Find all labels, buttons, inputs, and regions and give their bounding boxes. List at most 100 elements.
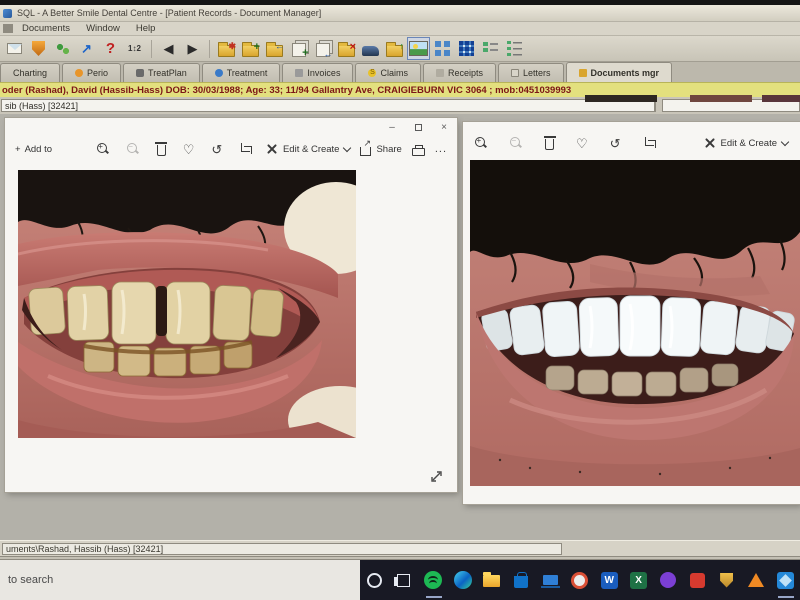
photos-window-after: + − ♡ ↺ Edit & Create: [463, 122, 800, 504]
thumbnails-large-icon[interactable]: [456, 38, 477, 59]
tab-charting[interactable]: Charting: [0, 63, 60, 82]
minimize-button[interactable]: –: [379, 118, 405, 136]
treatplan-icon: [136, 69, 144, 77]
laptop-app-icon[interactable]: [536, 560, 565, 600]
tab-claims[interactable]: SClaims: [355, 63, 421, 82]
folder-delete-icon[interactable]: [336, 38, 357, 59]
chevron-down-icon: [343, 143, 351, 151]
favorite-icon[interactable]: ♡: [576, 137, 588, 150]
excel-icon[interactable]: X: [624, 560, 653, 600]
plus-icon: +: [15, 144, 21, 155]
security-shield-icon[interactable]: [712, 560, 741, 600]
app-icon: [3, 9, 12, 18]
file-explorer-icon[interactable]: [477, 560, 506, 600]
taskbar-search[interactable]: to search: [0, 560, 360, 600]
menu-documents[interactable]: Documents: [22, 23, 70, 34]
tab-letters[interactable]: Letters: [498, 63, 564, 82]
menu-help[interactable]: Help: [136, 23, 156, 34]
purple-app-icon[interactable]: [653, 560, 682, 600]
photos-toolbar: + − ♡ ↺ Edit & Create: [463, 130, 800, 156]
store-icon[interactable]: [507, 560, 536, 600]
tab-perio[interactable]: Perio: [62, 63, 121, 82]
delete-icon[interactable]: [545, 139, 554, 150]
edit-create-button[interactable]: Edit & Create: [266, 143, 351, 155]
pages-add-icon[interactable]: [288, 38, 309, 59]
photos-icon[interactable]: [771, 560, 800, 600]
chevron-down-icon: [781, 137, 789, 145]
window-controls: – ×: [379, 118, 457, 136]
scanner-icon[interactable]: [360, 38, 381, 59]
after-photo: [470, 160, 800, 486]
menu-bar: Documents Window Help: [0, 22, 800, 36]
tab-documents-mgr[interactable]: Documents mgr: [566, 62, 673, 82]
cortana-icon[interactable]: [360, 560, 389, 600]
statistics-icon[interactable]: ↗: [76, 38, 97, 59]
edge-icon[interactable]: [448, 560, 477, 600]
rotate-icon[interactable]: ↺: [610, 137, 621, 150]
folder-previous-icon[interactable]: [264, 38, 285, 59]
share-icon: [360, 147, 371, 156]
expand-icon[interactable]: [430, 470, 443, 483]
vlc-icon[interactable]: [741, 560, 770, 600]
word-icon[interactable]: W: [595, 560, 624, 600]
spotify-icon[interactable]: [419, 560, 448, 600]
add-to-button[interactable]: + Add to: [15, 144, 52, 155]
tab-bar: Charting Perio TreatPlan Treatment Invoi…: [0, 62, 800, 82]
status-path-field: uments\Rashad, Hassib (Hass) [32421]: [2, 543, 562, 555]
share-label: Share: [376, 144, 401, 155]
rotate-icon[interactable]: ↺: [211, 143, 222, 156]
help-icon[interactable]: ?: [100, 38, 121, 59]
shield-icon[interactable]: [28, 38, 49, 59]
tab-treatment[interactable]: Treatment: [202, 63, 281, 82]
share-button[interactable]: Share: [360, 142, 401, 156]
settings-gears-icon[interactable]: [52, 38, 73, 59]
folder-upload-icon[interactable]: [384, 38, 405, 59]
delete-icon[interactable]: [157, 145, 166, 156]
back-icon[interactable]: ◀: [158, 38, 179, 59]
letters-icon: [511, 69, 519, 77]
number-sort-icon[interactable]: 1↕2: [124, 38, 145, 59]
mail-icon[interactable]: [4, 38, 25, 59]
pages-previous-icon[interactable]: [312, 38, 333, 59]
zoom-in-icon[interactable]: +: [475, 137, 488, 150]
edit-create-label: Edit & Create: [721, 138, 778, 149]
patient-selector-value: sib (Hass) [32421]: [5, 101, 78, 111]
image-preview-icon[interactable]: [408, 38, 429, 59]
tab-treatplan[interactable]: TreatPlan: [123, 63, 200, 82]
thumbnail-strip: [585, 95, 657, 102]
patient-info-bar: oder (Rashad), David (Hassib-Hass) DOB: …: [0, 82, 800, 97]
edit-create-button[interactable]: Edit & Create: [704, 137, 789, 149]
edit-create-label: Edit & Create: [283, 144, 340, 155]
zoom-out-icon[interactable]: −: [127, 143, 140, 156]
see-more-icon[interactable]: ...: [435, 143, 447, 155]
maximize-button[interactable]: [405, 118, 431, 136]
menu-window[interactable]: Window: [86, 23, 120, 34]
zoom-in-icon[interactable]: +: [97, 143, 110, 156]
add-to-label: Add to: [25, 144, 52, 155]
folder-new-icon[interactable]: [216, 38, 237, 59]
list-view-icon[interactable]: [504, 38, 525, 59]
browser-icon[interactable]: [565, 560, 594, 600]
toolbar-separator: [209, 40, 210, 58]
crop-icon[interactable]: [643, 137, 655, 149]
red-app-icon[interactable]: [683, 560, 712, 600]
patient-selector-input[interactable]: sib (Hass) [32421]: [1, 99, 656, 112]
patient-selector-row: sib (Hass) [32421]: [0, 97, 800, 114]
favorite-icon[interactable]: ♡: [183, 143, 195, 156]
task-view-icon[interactable]: [389, 560, 418, 600]
close-button[interactable]: ×: [431, 118, 457, 136]
before-photo: [18, 170, 356, 438]
zoom-out-icon[interactable]: −: [510, 137, 523, 150]
tab-receipts[interactable]: Receipts: [423, 63, 496, 82]
tab-invoices[interactable]: Invoices: [282, 63, 353, 82]
thumbnails-small-icon[interactable]: [432, 38, 453, 59]
forward-icon[interactable]: ▶: [182, 38, 203, 59]
menu-stub-icon: [3, 24, 13, 33]
print-icon[interactable]: [412, 148, 425, 156]
edit-create-icon: [704, 137, 716, 149]
toolbar-separator: [151, 40, 152, 58]
status-path: uments\Rashad, Hassib (Hass) [32421]: [6, 544, 163, 554]
crop-icon[interactable]: [239, 143, 251, 155]
folder-add-icon[interactable]: [240, 38, 261, 59]
thumbnails-details-icon[interactable]: [480, 38, 501, 59]
